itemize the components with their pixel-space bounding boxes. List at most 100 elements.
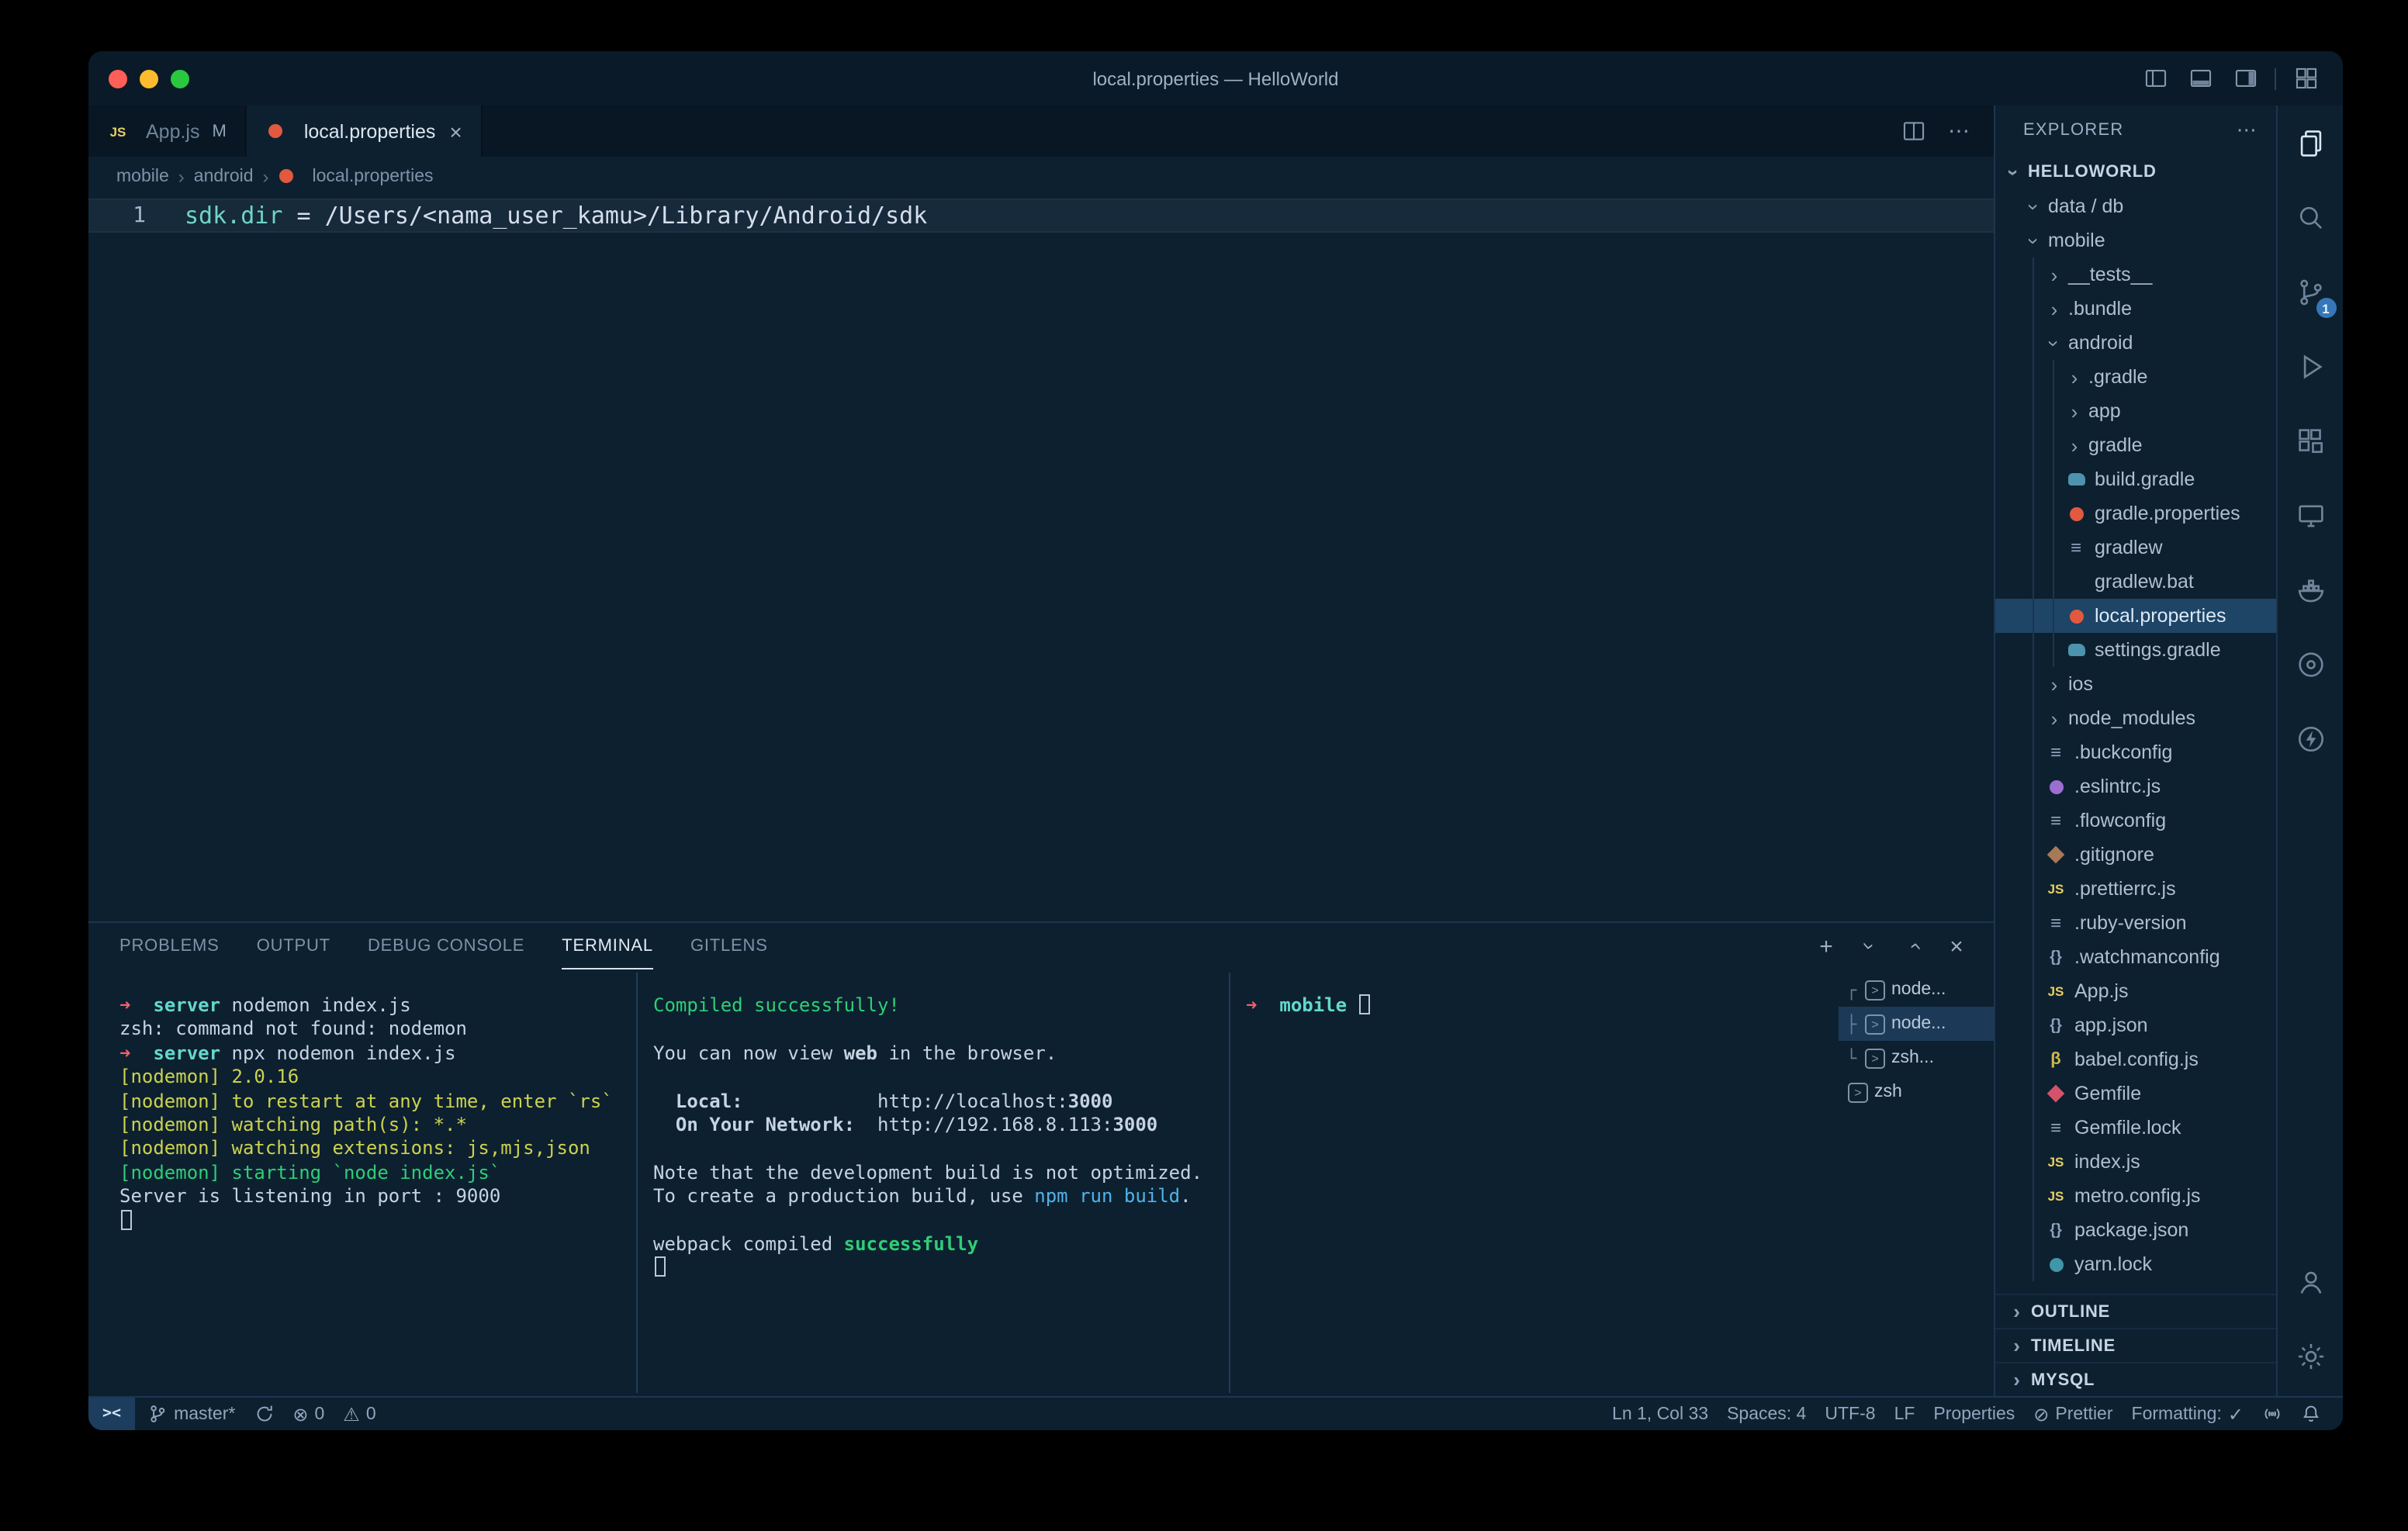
tree-item-flowconfig[interactable]: ≡.flowconfig — [1995, 804, 2276, 838]
prettier-status[interactable]: ⊘Prettier — [2024, 1397, 2122, 1430]
language-mode[interactable]: Properties — [1924, 1397, 2024, 1430]
terminal-list-item-zsh[interactable]: └>zsh... — [1839, 1041, 1994, 1075]
tree-item-local-properties[interactable]: local.properties — [1995, 599, 2276, 633]
terminal-dropdown-icon[interactable]: › — [1854, 931, 1885, 962]
breadcrumb-item-mobile[interactable]: mobile — [116, 167, 169, 185]
tree-item-ruby-version[interactable]: ≡.ruby-version — [1995, 906, 2276, 940]
formatting-status[interactable]: Formatting:✓ — [2123, 1397, 2253, 1430]
tree-item-bundle[interactable]: ›.bundle — [1995, 292, 2276, 326]
settings-gear-icon[interactable] — [2277, 1318, 2343, 1393]
terminal-cursor — [1360, 994, 1371, 1014]
tree-item-gitignore[interactable]: .gitignore — [1995, 838, 2276, 872]
accounts-icon[interactable] — [2277, 1244, 2343, 1318]
breadcrumb-item-local-properties[interactable]: local.properties — [313, 167, 434, 185]
toggle-panel-icon[interactable] — [2185, 63, 2216, 94]
close-tab-icon[interactable]: × — [449, 119, 462, 143]
tree-item-data-db[interactable]: ›data / db — [1995, 189, 2276, 223]
panel-tab-debug-console[interactable]: DEBUG CONSOLE — [368, 923, 524, 969]
tree-item-settings-gradle[interactable]: settings.gradle — [1995, 633, 2276, 667]
source-control-icon[interactable]: 1 — [2277, 254, 2343, 329]
close-panel-icon[interactable]: × — [1941, 931, 1972, 962]
tree-item-eslintrc-js[interactable]: .eslintrc.js — [1995, 769, 2276, 804]
tree-item-app-json[interactable]: {}app.json — [1995, 1008, 2276, 1042]
panel-tab-gitlens[interactable]: GITLENS — [690, 923, 768, 969]
explorer-icon[interactable] — [2277, 105, 2343, 180]
git-branch[interactable]: master* — [138, 1397, 244, 1430]
chevron-right-icon: › — [2008, 1300, 2026, 1323]
breadcrumb-item-android[interactable]: android — [194, 167, 254, 185]
terminal-pane-middle[interactable]: Compiled successfully!You can now view w… — [638, 969, 1229, 1396]
tree-item-ios[interactable]: ›ios — [1995, 667, 2276, 701]
panel-tab-terminal[interactable]: TERMINAL — [562, 923, 653, 969]
circle-extension-icon[interactable] — [2277, 627, 2343, 701]
feedback[interactable] — [2253, 1397, 2292, 1430]
tree-item-gemfile[interactable]: Gemfile — [1995, 1077, 2276, 1111]
tree-item-babel-config-js[interactable]: βbabel.config.js — [1995, 1042, 2276, 1077]
thunder-client-icon[interactable] — [2277, 701, 2343, 776]
split-editor-icon[interactable] — [1898, 116, 1929, 147]
terminal-pane-left[interactable]: ➜ server nodemon index.jszsh: command no… — [88, 969, 636, 1396]
explorer-more-actions-icon[interactable]: ⋯ — [2237, 118, 2258, 143]
maximize-panel-icon[interactable]: › — [1898, 931, 1929, 962]
tree-item-node-modules[interactable]: ›node_modules — [1995, 701, 2276, 735]
tree-item-buckconfig[interactable]: ≡.buckconfig — [1995, 735, 2276, 769]
tree-item-app-js[interactable]: JSApp.js — [1995, 974, 2276, 1008]
indentation[interactable]: Spaces: 4 — [1718, 1397, 1815, 1430]
toggle-secondary-sidebar-icon[interactable] — [2230, 63, 2261, 94]
tab-app-js[interactable]: JS App.js M — [88, 105, 247, 157]
tree-item-metro-config-js[interactable]: JSmetro.config.js — [1995, 1179, 2276, 1213]
tree-item-gradle[interactable]: ›gradle — [1995, 428, 2276, 462]
sidebar-section-timeline[interactable]: ›TIMELINE — [1995, 1328, 2276, 1362]
new-terminal-icon[interactable]: + — [1811, 931, 1842, 962]
minimize-window-button[interactable] — [140, 69, 158, 88]
notifications[interactable] — [2292, 1397, 2330, 1430]
tree-item-build-gradle[interactable]: build.gradle — [1995, 462, 2276, 496]
remote-indicator[interactable]: >< — [88, 1397, 135, 1430]
terminal-list-item-zsh[interactable]: >zsh — [1839, 1075, 1994, 1109]
warnings-count[interactable]: ⚠0 — [334, 1397, 385, 1430]
remote-explorer-icon[interactable] — [2277, 478, 2343, 552]
tree-item-watchmanconfig[interactable]: {}.watchmanconfig — [1995, 940, 2276, 974]
tree-item-prettierrc-js[interactable]: JS.prettierrc.js — [1995, 872, 2276, 906]
tree-item-helloworld[interactable]: ›HELLOWORLD — [1995, 155, 2276, 189]
zoom-window-button[interactable] — [171, 69, 189, 88]
tree-item-gradlew-bat[interactable]: gradlew.bat — [1995, 565, 2276, 599]
terminal-list-item-node[interactable]: ├>node... — [1839, 1007, 1994, 1041]
cursor-position[interactable]: Ln 1, Col 33 — [1603, 1397, 1718, 1430]
sidebar-section-mysql[interactable]: ›MYSQL — [1995, 1362, 2276, 1396]
activity-bar-bottom — [2277, 1244, 2343, 1396]
panel-tab-problems[interactable]: PROBLEMS — [119, 923, 220, 969]
tree-item-android[interactable]: ›android — [1995, 326, 2276, 360]
errors-count[interactable]: ⊗0 — [283, 1397, 334, 1430]
tree-item-index-js[interactable]: JSindex.js — [1995, 1145, 2276, 1179]
tree-item-package-json[interactable]: {}package.json — [1995, 1213, 2276, 1247]
more-actions-icon[interactable]: ⋯ — [1944, 116, 1975, 147]
customize-layout-icon[interactable] — [2290, 63, 2321, 94]
editor[interactable]: 1sdk.dir = /Users/<nama_user_kamu>/Libra… — [88, 195, 1994, 921]
docker-icon[interactable] — [2277, 552, 2343, 627]
tree-item-gradlew[interactable]: ≡gradlew — [1995, 530, 2276, 565]
tree-item-yarn-lock[interactable]: yarn.lock — [1995, 1247, 2276, 1281]
tree-item-tests[interactable]: ›__tests__ — [1995, 257, 2276, 292]
terminal-cursor — [121, 1209, 132, 1229]
tree-item-mobile[interactable]: ›mobile — [1995, 223, 2276, 257]
sidebar-section-outline[interactable]: ›OUTLINE — [1995, 1294, 2276, 1328]
search-icon[interactable] — [2277, 180, 2343, 254]
terminal-pane-right[interactable]: ➜ mobile — [1230, 969, 1839, 1396]
terminal-list-item-node[interactable]: ┌>node... — [1839, 973, 1994, 1007]
tree-item-gemfile-lock[interactable]: ≡Gemfile.lock — [1995, 1111, 2276, 1145]
encoding[interactable]: UTF-8 — [1815, 1397, 1884, 1430]
extensions-icon[interactable] — [2277, 403, 2343, 478]
eol[interactable]: LF — [1885, 1397, 1925, 1430]
panel-tab-output[interactable]: OUTPUT — [257, 923, 330, 969]
sync-changes-button[interactable] — [244, 1397, 283, 1430]
braces-icon: {} — [2045, 946, 2067, 968]
tree-item-gradle[interactable]: ›.gradle — [1995, 360, 2276, 394]
tree-item-gradle-properties[interactable]: gradle.properties — [1995, 496, 2276, 530]
chevron-right-icon: › — [2045, 707, 2064, 730]
toggle-sidebar-icon[interactable] — [2140, 63, 2171, 94]
close-window-button[interactable] — [109, 69, 127, 88]
tab-local-properties[interactable]: local.properties × — [247, 105, 483, 157]
tree-item-app[interactable]: ›app — [1995, 394, 2276, 428]
run-debug-icon[interactable] — [2277, 329, 2343, 403]
